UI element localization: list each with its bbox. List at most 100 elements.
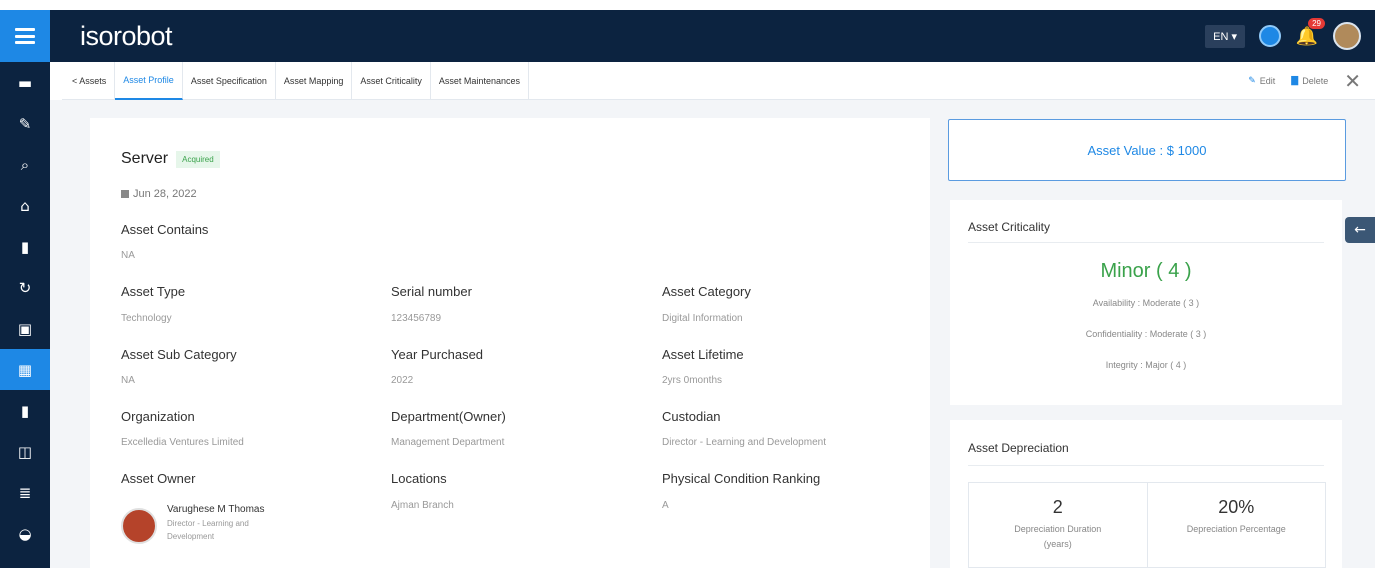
- asset-contains-label: Asset Contains: [121, 222, 209, 237]
- sidebar-item-search[interactable]: ⌕: [0, 144, 50, 185]
- tab-asset-mapping[interactable]: Asset Mapping: [276, 61, 353, 100]
- locations-label: Locations: [391, 471, 447, 486]
- sidebar-item-file[interactable]: ▮: [0, 390, 50, 431]
- condition-label: Physical Condition Ranking: [662, 471, 821, 486]
- sidebar-item-refresh[interactable]: ↻: [0, 267, 50, 308]
- asset-owner-label: Asset Owner: [121, 471, 196, 486]
- globe-icon[interactable]: [1259, 25, 1281, 47]
- document-icon: ▮: [20, 237, 30, 256]
- collapse-panel-button[interactable]: ←: [1345, 217, 1375, 243]
- asset-type-label: Asset Type: [121, 284, 186, 299]
- asset-name: Server: [121, 150, 169, 167]
- tab-asset-specification[interactable]: Asset Specification: [183, 61, 276, 100]
- id-card-icon: ▣: [17, 319, 33, 338]
- sidebar-item-presentation[interactable]: ◫: [0, 431, 50, 472]
- asset-lifetime-value: 2yrs 0months: [662, 375, 723, 386]
- notification-button[interactable]: 🔔 29: [1295, 18, 1325, 48]
- sidebar-item-id-card[interactable]: ▣: [0, 308, 50, 349]
- asset-value-card: Asset Value : $ 1000: [948, 119, 1346, 181]
- asset-date: Jun 28, 2022: [133, 188, 197, 200]
- sidebar-item-document[interactable]: ▮: [0, 226, 50, 267]
- locations-value: Ajman Branch: [391, 500, 454, 511]
- organization-value: Excelledia Ventures Limited: [121, 437, 244, 448]
- tab-bar: < Assets Asset Profile Asset Specificati…: [62, 61, 1375, 100]
- asset-depreciation-panel: Asset Depreciation 2 Depreciation Durati…: [950, 420, 1342, 568]
- custodian-value: Director - Learning and Development: [662, 437, 826, 448]
- confidentiality-rating: Confidentiality : Moderate ( 3 ): [1085, 329, 1207, 339]
- condition-value: A: [662, 500, 669, 511]
- trash-icon: ▇: [1291, 75, 1299, 85]
- department-label: Department(Owner): [391, 409, 506, 424]
- edit-label: Edit: [1259, 75, 1276, 86]
- divider: [968, 465, 1324, 466]
- calendar-icon: [121, 190, 129, 198]
- hamburger-icon: [15, 28, 35, 44]
- menu-button[interactable]: [0, 10, 50, 62]
- sub-category-label: Asset Sub Category: [121, 347, 237, 362]
- refresh-icon: ↻: [18, 278, 32, 297]
- asset-value: Asset Value : $ 1000: [1087, 142, 1207, 158]
- sidebar-item-home[interactable]: ⌂: [0, 185, 50, 226]
- criticality-level: Minor ( 4 ): [1100, 260, 1192, 282]
- sub-category-value: NA: [121, 375, 135, 386]
- depreciation-title: Asset Depreciation: [968, 441, 1069, 455]
- asset-contains-value: NA: [121, 250, 135, 261]
- asset-type-value: Technology: [121, 313, 172, 324]
- year-purchased-value: 2022: [391, 375, 414, 386]
- edit-icon: ✎: [18, 114, 32, 133]
- home-icon: ⌂: [20, 196, 30, 215]
- custodian-label: Custodian: [662, 409, 721, 424]
- asset-profile-card: Server Acquired Jun 28, 2022 Asset Conta…: [90, 118, 930, 568]
- tab-asset-criticality[interactable]: Asset Criticality: [352, 61, 431, 100]
- tab-asset-maintenances[interactable]: Asset Maintenances: [431, 61, 529, 100]
- depreciation-duration-label: Depreciation Duration (years): [1014, 524, 1102, 549]
- availability-rating: Availability : Moderate ( 3 ): [1092, 298, 1200, 308]
- left-sidebar: ▬ ✎ ⌕ ⌂ ▮ ↻ ▣ ▦ ▮ ◫ ≣ ◒: [0, 10, 50, 568]
- edit-button[interactable]: ✎ Edit: [1248, 75, 1275, 86]
- serial-number-value: 123456789: [391, 313, 442, 324]
- asset-category-value: Digital Information: [662, 313, 743, 324]
- delete-button[interactable]: ▇ Delete: [1291, 75, 1328, 86]
- user-avatar[interactable]: [1333, 22, 1361, 50]
- status-badge: Acquired: [176, 150, 220, 168]
- arrow-left-icon: ←: [1354, 222, 1366, 238]
- integrity-rating: Integrity : Major ( 4 ): [1105, 360, 1187, 370]
- tab-asset-profile[interactable]: Asset Profile: [115, 61, 183, 100]
- sidebar-item-edit[interactable]: ✎: [0, 103, 50, 144]
- dashboard-icon: ◒: [18, 524, 32, 543]
- depreciation-percentage-label: Depreciation Percentage: [1186, 524, 1286, 534]
- organization-label: Organization: [121, 409, 195, 424]
- search-icon: ⌕: [20, 155, 30, 174]
- depreciation-percentage-value: 20%: [1218, 497, 1255, 517]
- top-header: isorobot EN ▾ 🔔 29: [50, 10, 1375, 62]
- sidebar-item-dashboard[interactable]: ◒: [0, 513, 50, 554]
- asset-criticality-panel: Asset Criticality Minor ( 4 ) Availabili…: [950, 200, 1342, 405]
- edit-icon: ✎: [1248, 75, 1256, 85]
- language-select[interactable]: EN ▾: [1205, 24, 1245, 48]
- delete-label: Delete: [1302, 75, 1329, 86]
- notification-badge: 29: [1308, 18, 1325, 29]
- inbox-icon: ▬: [17, 73, 33, 92]
- department-value: Management Department: [391, 437, 505, 448]
- owner-avatar: [121, 508, 157, 544]
- divider: [968, 242, 1324, 243]
- close-icon[interactable]: ✕: [1344, 69, 1361, 93]
- asset-owner-card[interactable]: Varughese M Thomas Director - Learning a…: [121, 500, 277, 544]
- asset-category-label: Asset Category: [662, 284, 751, 299]
- owner-role: Director - Learning and Development: [167, 519, 249, 541]
- app-logo[interactable]: isorobot: [80, 21, 173, 52]
- owner-name: Varughese M Thomas: [167, 504, 265, 515]
- year-purchased-label: Year Purchased: [391, 347, 484, 362]
- building-icon: ▦: [17, 360, 33, 379]
- sidebar-item-assets[interactable]: ▦: [0, 349, 50, 390]
- sidebar-item-list[interactable]: ≣: [0, 472, 50, 513]
- back-to-assets-link[interactable]: < Assets: [62, 61, 116, 100]
- file-icon: ▮: [20, 401, 30, 420]
- list-icon: ≣: [18, 483, 32, 502]
- asset-lifetime-label: Asset Lifetime: [662, 347, 744, 362]
- criticality-title: Asset Criticality: [968, 220, 1051, 234]
- sidebar-item-inbox[interactable]: ▬: [0, 62, 50, 103]
- serial-number-label: Serial number: [391, 284, 472, 299]
- depreciation-duration-value: 2: [1052, 497, 1063, 517]
- presentation-icon: ◫: [17, 442, 33, 461]
